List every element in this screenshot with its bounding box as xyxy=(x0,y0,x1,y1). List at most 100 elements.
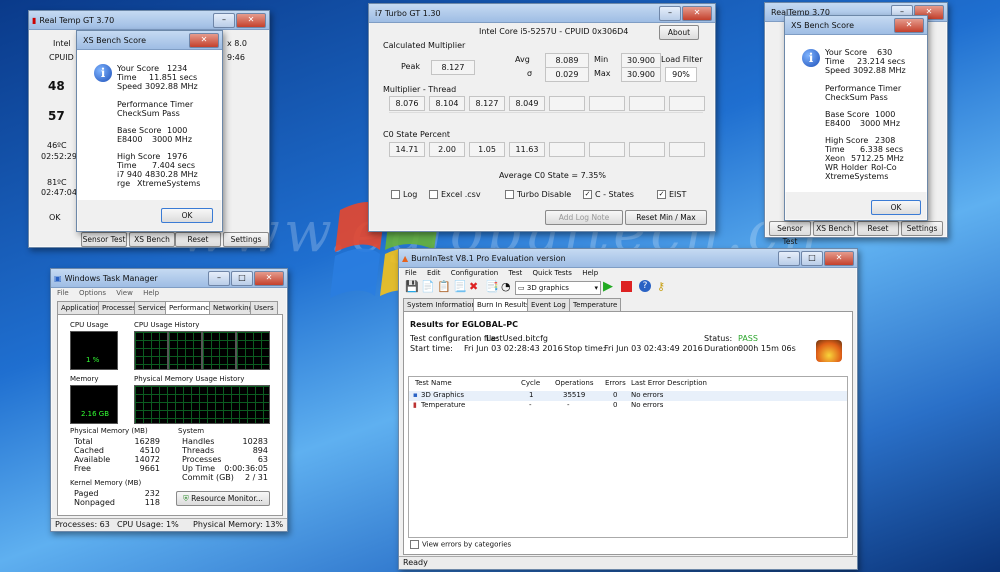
info-icon: i xyxy=(802,49,820,67)
minimize-button[interactable]: – xyxy=(213,12,235,28)
table-row[interactable]: ▪ 3D Graphics 1 35519 0 No errors xyxy=(409,391,847,401)
task-manager-titlebar[interactable]: ▣ Windows Task Manager – □ ✕ xyxy=(51,269,287,288)
col-cycle[interactable]: Cycle xyxy=(521,379,540,387)
reset-button[interactable]: Reset xyxy=(175,232,221,247)
table-row[interactable]: ▮ Temperature - - 0 No errors xyxy=(409,401,847,411)
cell-errors: 0 xyxy=(613,401,618,409)
base-mhz: 3000 MHz xyxy=(152,135,193,144)
close-button[interactable]: ✕ xyxy=(682,5,712,21)
xs-bench-button[interactable]: XS Bench xyxy=(813,221,855,236)
xs-bench-right-titlebar[interactable]: XS Bench Score ✕ xyxy=(785,16,927,35)
phys-value: 4510 xyxy=(139,446,160,455)
high-cpu: Xeon xyxy=(825,154,846,163)
cpu-usage-label: CPU Usage xyxy=(70,321,109,329)
minimize-button[interactable]: – xyxy=(208,270,230,286)
close-button[interactable]: ✕ xyxy=(254,270,284,286)
toolbar: 💾 📄 📋 📃 ✖ 📑 ◔ ▭ 3D graphics ▾ ▶ ? ⚷ xyxy=(403,279,853,296)
reset-button[interactable]: Reset xyxy=(857,221,899,236)
resource-monitor-button[interactable]: ⛨ Resource Monitor... xyxy=(176,491,270,506)
menu-quick-tests[interactable]: Quick Tests xyxy=(533,269,572,277)
cell-cycle: - xyxy=(529,401,532,409)
xs-bench-button[interactable]: XS Bench xyxy=(129,232,175,247)
menu-edit[interactable]: Edit xyxy=(427,269,441,277)
col-errors[interactable]: Errors xyxy=(605,379,626,387)
menu-file[interactable]: File xyxy=(405,269,417,277)
settings-button[interactable]: Settings xyxy=(223,232,269,247)
turbo-disable-checkbox[interactable]: Turbo Disable xyxy=(505,190,571,199)
play-icon[interactable]: ▶ xyxy=(603,279,613,294)
help-icon[interactable]: ? xyxy=(639,280,651,292)
status-value: PASS xyxy=(738,334,758,343)
menu-configuration[interactable]: Configuration xyxy=(451,269,498,277)
thread-spacer-row xyxy=(389,112,703,123)
gauge-icon[interactable]: ◔ xyxy=(501,280,511,293)
test-select[interactable]: ▭ 3D graphics ▾ xyxy=(515,281,601,295)
system-label-cell: Processes xyxy=(182,455,222,464)
log-checkbox[interactable]: Log xyxy=(391,190,417,199)
col-last-error[interactable]: Last Error Description xyxy=(631,379,707,387)
sensor-test-button[interactable]: Sensor Test xyxy=(81,232,127,247)
menu-options[interactable]: Options xyxy=(79,289,106,297)
status-cpu: CPU Usage: 1% xyxy=(117,520,179,529)
realtemp-left-titlebar[interactable]: ▮ Real Temp GT 3.70 – ✕ xyxy=(29,11,269,30)
report-icon[interactable]: 📑 xyxy=(485,280,499,293)
maximize-button[interactable]: □ xyxy=(801,250,823,266)
xs-bench-left-titlebar[interactable]: XS Bench Score ✕ xyxy=(77,31,222,50)
reset-min-max-button[interactable]: Reset Min / Max xyxy=(625,210,707,225)
tab-users[interactable]: Users xyxy=(250,301,278,314)
menu-file[interactable]: File xyxy=(57,289,69,297)
cpu-history-graph-1 xyxy=(134,331,168,370)
menu-help[interactable]: Help xyxy=(582,269,598,277)
excel-checkbox[interactable]: Excel .csv xyxy=(429,190,481,199)
stop-icon[interactable] xyxy=(621,281,632,292)
tab-system-information[interactable]: System Information xyxy=(403,298,480,311)
ok-button[interactable]: OK xyxy=(871,200,921,215)
maximize-button[interactable]: □ xyxy=(231,270,253,286)
tab-burn-in-results[interactable]: Burn In Results xyxy=(473,298,534,312)
max-value: 30.900 xyxy=(621,67,661,82)
phys-value: 9661 xyxy=(139,464,160,473)
add-log-note-button[interactable]: Add Log Note xyxy=(545,210,623,225)
delete-icon[interactable]: ✖ xyxy=(469,280,478,293)
view-errors-checkbox[interactable]: View errors by categories xyxy=(410,540,511,549)
base-score-label: Base Score xyxy=(117,126,162,135)
col-operations[interactable]: Operations xyxy=(555,379,593,387)
load-filter-input[interactable]: 90% xyxy=(665,67,697,82)
close-button[interactable]: ✕ xyxy=(236,12,266,28)
tab-event-log[interactable]: Event Log xyxy=(527,298,570,311)
burnintest-titlebar[interactable]: ▲ BurnInTest V8.1 Pro Evaluation version… xyxy=(399,249,857,268)
avg-value: 8.089 xyxy=(545,53,589,68)
clipboard-icon[interactable]: 📋 xyxy=(437,280,451,293)
status-ok: OK xyxy=(49,213,61,222)
menu-help[interactable]: Help xyxy=(143,289,159,297)
dialog-body: i Your Score 630 Time 23.214 secs Speed … xyxy=(785,35,927,192)
time-value: 11.851 secs xyxy=(149,73,198,82)
close-button[interactable]: ✕ xyxy=(894,17,924,33)
document-icon[interactable]: 📃 xyxy=(453,280,467,293)
menu-test[interactable]: Test xyxy=(508,269,522,277)
ok-button[interactable]: OK xyxy=(161,208,213,223)
menu-view[interactable]: View xyxy=(116,289,133,297)
col-test-name[interactable]: Test Name xyxy=(415,379,452,387)
phys-value: 14072 xyxy=(134,455,160,464)
close-button[interactable]: ✕ xyxy=(824,250,854,266)
close-button[interactable]: ✕ xyxy=(189,32,219,48)
minimize-button[interactable]: – xyxy=(778,250,800,266)
minimize-button[interactable]: – xyxy=(659,5,681,21)
i7turbo-titlebar[interactable]: i7 Turbo GT 1.30 – ✕ xyxy=(369,4,715,23)
eist-checkbox[interactable]: ✓ EIST xyxy=(657,190,686,199)
tab-temperature[interactable]: Temperature xyxy=(569,298,622,311)
c-states-checkbox[interactable]: ✓ C - States xyxy=(583,190,634,199)
copy-icon[interactable]: 📄 xyxy=(421,280,435,293)
speed-label: Speed xyxy=(825,66,851,75)
key-icon[interactable]: ⚷ xyxy=(657,280,665,293)
settings-button[interactable]: Settings xyxy=(901,221,943,236)
base-score: 1000 xyxy=(875,110,896,119)
graph-grid xyxy=(203,332,235,369)
cpu-usage-value: 1 % xyxy=(86,356,100,364)
results-panel: Results for EGLOBAL-PC Test configuratio… xyxy=(403,311,853,555)
peak-value: 8.127 xyxy=(431,60,475,75)
save-icon[interactable]: 💾 xyxy=(405,280,419,293)
about-button[interactable]: About xyxy=(659,25,699,40)
sensor-test-button[interactable]: Sensor Test xyxy=(769,221,811,246)
